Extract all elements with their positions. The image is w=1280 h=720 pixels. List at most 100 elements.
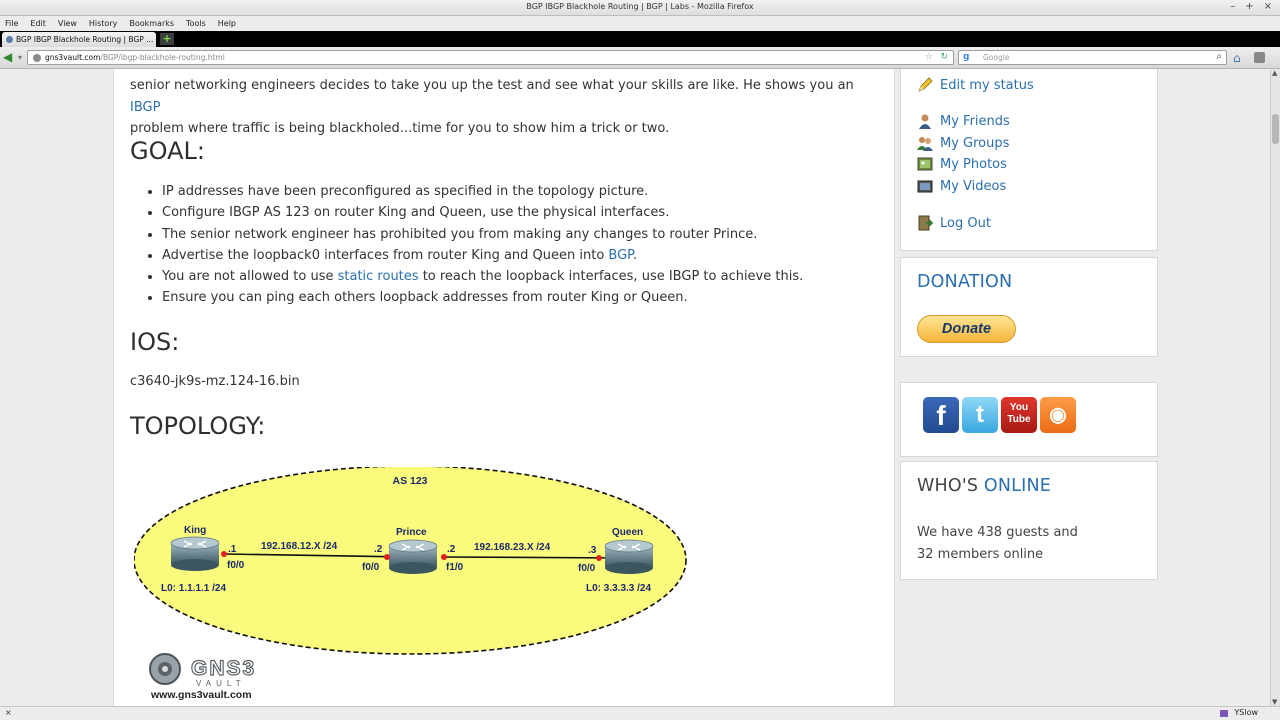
menu-file[interactable]: File <box>5 19 18 28</box>
scroll-up-arrow-icon[interactable]: ▲ <box>1272 69 1277 77</box>
videos-icon <box>917 180 933 193</box>
list-item: Ensure you can ping each others loopback… <box>162 287 882 308</box>
bgp-link[interactable]: BGP <box>608 248 633 263</box>
tab-bar: BGP IBGP Blackhole Routing | BGP ... + <box>0 31 1280 47</box>
side-item-label: My Photos <box>940 156 1007 172</box>
topology-heading: TOPOLOGY: <box>130 412 266 440</box>
my-friends-link[interactable]: My Friends <box>917 113 1010 129</box>
side-item-label: My Friends <box>940 113 1010 129</box>
host-label: .2 <box>447 544 456 555</box>
router-name-queen: Queen <box>612 527 643 538</box>
interface-label: f1/0 <box>446 562 464 573</box>
reload-icon[interactable]: ↻ <box>940 52 948 62</box>
goal-list: IP addresses have been preconfigured as … <box>162 181 882 309</box>
ios-filename: c3640-jk9s-mz.124-16.bin <box>130 374 300 389</box>
menu-tools[interactable]: Tools <box>186 19 206 28</box>
online-stats-line: 32 members online <box>917 547 1044 562</box>
subnet-label: 192.168.12.X /24 <box>261 541 338 552</box>
maximize-button[interactable]: + <box>1245 1 1253 12</box>
side-item-label: Log Out <box>940 215 991 231</box>
my-groups-link[interactable]: My Groups <box>917 135 1009 151</box>
twitter-icon[interactable]: t <box>962 397 998 433</box>
facebook-icon[interactable]: f <box>923 397 959 433</box>
goal-heading: GOAL: <box>130 137 205 165</box>
list-item: You are not allowed to use static routes… <box>162 266 882 287</box>
menu-bar: File Edit View History Bookmarks Tools H… <box>0 16 1280 31</box>
search-icon[interactable]: ⌕ <box>1216 51 1222 62</box>
url-bar[interactable]: gns3vault.com/BGP/ibgp-blackhole-routing… <box>27 50 954 65</box>
window-title: BGP IBGP Blackhole Routing | BGP | Labs … <box>526 2 754 11</box>
forward-arrow-icon[interactable]: ▾ <box>18 53 22 62</box>
intro-text: senior networking engineers decides to t… <box>130 78 854 93</box>
menu-history[interactable]: History <box>89 19 117 28</box>
list-item: IP addresses have been preconfigured as … <box>162 181 882 202</box>
list-item-text: . <box>633 247 638 263</box>
side-item-label: My Groups <box>940 135 1010 151</box>
close-statusbar-icon[interactable]: × <box>5 708 12 717</box>
subnet-label: 192.168.23.X /24 <box>474 542 551 553</box>
yslow-icon[interactable] <box>1220 710 1228 717</box>
home-icon[interactable]: ⌂ <box>1233 51 1241 65</box>
bookmark-star-icon[interactable]: ☆ <box>925 52 933 62</box>
as-label: AS 123 <box>392 475 427 487</box>
vertical-scrollbar[interactable]: ▲ ▼ <box>1270 69 1280 706</box>
new-tab-button[interactable]: + <box>160 33 174 45</box>
donate-button[interactable]: Donate <box>917 315 1016 343</box>
site-identity-icon[interactable] <box>33 54 41 62</box>
my-photos-link[interactable]: My Photos <box>917 156 1007 172</box>
online-stats: We have 438 guests and 32 members online <box>917 522 1117 566</box>
online-title: WHO'S ONLINE <box>917 476 1051 496</box>
intro-paragraph: senior networking engineers decides to t… <box>130 75 875 140</box>
groups-icon <box>917 137 933 151</box>
intro-text-2: problem where traffic is being blackhole… <box>130 121 670 136</box>
log-out-link[interactable]: Log Out <box>917 215 991 231</box>
interface-dot <box>384 554 390 560</box>
edit-status-link[interactable]: Edit my status <box>917 77 1034 93</box>
donation-box: DONATION Donate <box>900 257 1158 357</box>
back-arrow-icon[interactable]: ◀ <box>3 51 12 63</box>
url-host: gns3vault.com <box>45 53 101 62</box>
side-item-label: Edit my status <box>940 77 1034 93</box>
menu-bookmarks[interactable]: Bookmarks <box>129 19 174 28</box>
list-item: The senior network engineer has prohibit… <box>162 224 882 245</box>
host-label: .3 <box>588 545 597 556</box>
interface-dot <box>596 555 602 561</box>
router-queen <box>604 539 654 574</box>
scroll-down-arrow-icon[interactable]: ▼ <box>1272 698 1277 706</box>
youtube-icon[interactable]: You Tube <box>1001 397 1037 433</box>
host-label: .2 <box>374 544 383 555</box>
online-title-accent: ONLINE <box>983 476 1052 496</box>
ibgp-link[interactable]: IBGP <box>130 100 160 115</box>
static-routes-link[interactable]: static routes <box>338 269 419 284</box>
rss-icon[interactable]: ◉ <box>1040 397 1076 433</box>
google-engine-icon[interactable]: g <box>963 52 969 62</box>
router-name-prince: Prince <box>396 527 427 538</box>
logo-text: GNS3 <box>191 657 256 680</box>
scrollbar-thumb[interactable] <box>1272 114 1279 144</box>
interface-dot <box>221 551 227 557</box>
browser-tab[interactable]: BGP IBGP Blackhole Routing | BGP ... <box>2 32 156 47</box>
addon-icon[interactable] <box>1254 52 1265 63</box>
my-videos-link[interactable]: My Videos <box>917 178 1006 194</box>
tab-label: BGP IBGP Blackhole Routing | BGP ... <box>16 35 154 44</box>
favicon-icon <box>6 36 13 43</box>
search-field[interactable]: g Google ⌕ <box>958 50 1227 65</box>
url-path: /BGP/ibgp-blackhole-routing.html <box>100 53 225 62</box>
youtube-glyph-bottom: Tube <box>1007 414 1031 425</box>
social-box: f t You Tube ◉ <box>900 382 1158 457</box>
yslow-label[interactable]: YSlow <box>1234 708 1258 717</box>
friends-icon <box>919 114 931 129</box>
close-window-button[interactable]: × <box>1264 1 1272 12</box>
page-viewport: senior networking engineers decides to t… <box>0 69 1270 706</box>
menu-edit[interactable]: Edit <box>30 19 46 28</box>
list-item: Advertise the loopback0 interfaces from … <box>162 245 882 266</box>
pencil-icon <box>918 77 933 92</box>
navigation-toolbar: ◀ ▾ gns3vault.com/BGP/ibgp-blackhole-rou… <box>0 47 1280 69</box>
menu-view[interactable]: View <box>58 19 77 28</box>
interface-label: f0/0 <box>578 563 596 574</box>
status-bar: × YSlow <box>0 706 1280 720</box>
menu-help[interactable]: Help <box>218 19 236 28</box>
minimize-button[interactable]: – <box>1230 1 1235 12</box>
donation-title: DONATION <box>917 272 1013 292</box>
interface-label: f0/0 <box>227 560 245 571</box>
